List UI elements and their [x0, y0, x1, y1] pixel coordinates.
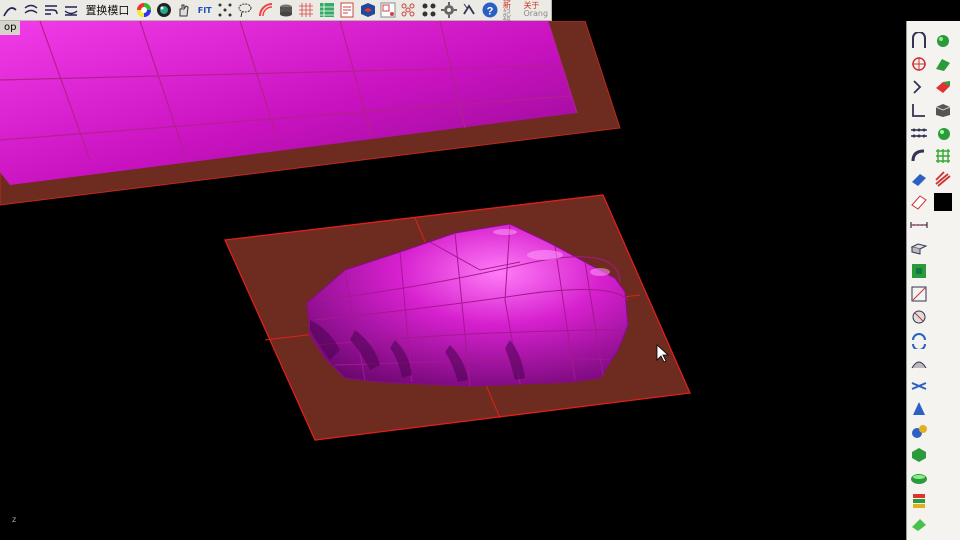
help-icon[interactable]: ?: [482, 1, 498, 19]
rib-icon[interactable]: [933, 169, 953, 189]
surface-icon[interactable]: [909, 192, 929, 212]
loft-icon[interactable]: [933, 54, 953, 74]
box-icon[interactable]: [933, 100, 953, 120]
lasso-icon[interactable]: [237, 1, 253, 19]
dimension-icon[interactable]: [909, 215, 929, 235]
fit-view-icon[interactable]: FIT: [197, 1, 213, 19]
render-sphere-icon[interactable]: [156, 1, 172, 19]
arc-icon[interactable]: [258, 1, 274, 19]
3d-viewport[interactable]: [0, 21, 906, 540]
pipe-icon[interactable]: [909, 146, 929, 166]
fit-label: FIT: [197, 5, 212, 15]
move-icon[interactable]: [909, 307, 929, 327]
mesh-grid-icon[interactable]: [298, 1, 314, 19]
gear-icon[interactable]: [441, 1, 457, 19]
green-box-icon[interactable]: [909, 261, 929, 281]
revolve-icon[interactable]: [909, 330, 929, 350]
select-points-icon[interactable]: [217, 1, 233, 19]
ellipse-icon[interactable]: [909, 468, 929, 488]
svg-text:?: ?: [486, 6, 493, 18]
plane-icon[interactable]: [909, 169, 929, 189]
replace-mode-label[interactable]: 置换模口: [85, 2, 129, 18]
grid-icon[interactable]: [933, 146, 953, 166]
match-curve-icon[interactable]: [63, 1, 79, 19]
bend-icon[interactable]: [909, 353, 929, 373]
axis-indicator: z: [12, 515, 16, 524]
point-icon[interactable]: [909, 54, 929, 74]
rail-icon[interactable]: [909, 31, 929, 51]
transform-icon[interactable]: [461, 1, 477, 19]
stack-icon[interactable]: [909, 491, 929, 511]
layer-panel-icon[interactable]: [319, 1, 335, 19]
paint-icon[interactable]: [909, 514, 929, 534]
edit-points-icon[interactable]: [909, 284, 929, 304]
pattern-icon[interactable]: [400, 1, 416, 19]
cube-icon[interactable]: [359, 1, 375, 19]
dots-icon[interactable]: [420, 1, 436, 19]
right-toolbar: [906, 21, 960, 540]
array-icon[interactable]: [909, 123, 929, 143]
color-swatch[interactable]: [933, 192, 953, 212]
extend-icon[interactable]: [909, 77, 929, 97]
sweep-icon[interactable]: [933, 31, 953, 51]
spheres-icon[interactable]: [909, 422, 929, 442]
twist-icon[interactable]: [909, 376, 929, 396]
blend-icon[interactable]: [909, 100, 929, 120]
hexagon-icon[interactable]: [909, 445, 929, 465]
about-text-line2: Orang: [523, 9, 549, 18]
offset-curve-icon[interactable]: [22, 1, 38, 19]
viewport-label[interactable]: op: [0, 21, 21, 35]
main-toolbar: 置换模口FIT?更新記錄关于Orang: [0, 0, 552, 26]
cylinder-icon[interactable]: [278, 1, 294, 19]
blend-curve-icon[interactable]: [43, 1, 59, 19]
top-plate: [0, 21, 621, 206]
cone-icon[interactable]: [909, 399, 929, 419]
extrude-icon[interactable]: [909, 238, 929, 258]
patch-icon[interactable]: [933, 77, 953, 97]
curve-edit-icon[interactable]: [2, 1, 18, 19]
hand-icon[interactable]: [176, 1, 192, 19]
color-wheel-icon[interactable]: [135, 1, 151, 19]
sphere-icon[interactable]: [933, 123, 953, 143]
about-text-button[interactable]: 关于 Orang: [523, 2, 548, 18]
properties-icon[interactable]: [339, 1, 355, 19]
snap-icon[interactable]: [380, 1, 396, 19]
axis-z-label: z: [12, 515, 17, 524]
